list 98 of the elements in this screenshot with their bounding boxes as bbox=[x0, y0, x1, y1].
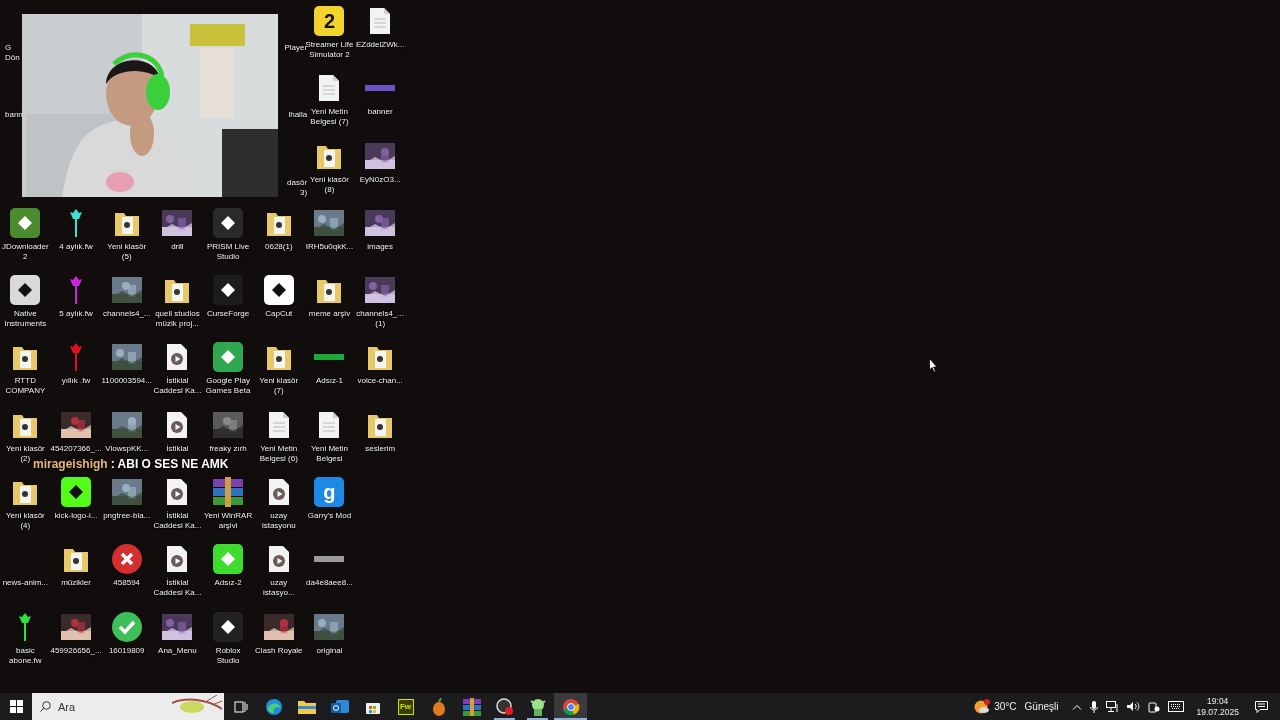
icon-label[interactable]: kick-logo-i... bbox=[54, 511, 98, 522]
icon-label[interactable]: G Dön bbox=[5, 43, 20, 63]
icon-label[interactable]: Yeni klasör (7) bbox=[259, 376, 299, 397]
taskbar-button[interactable]: Fw bbox=[389, 693, 422, 720]
icon-label[interactable]: 5 aylık.fw bbox=[59, 309, 93, 320]
icon-label[interactable]: images bbox=[367, 241, 394, 252]
icon-label[interactable]: JDownloader 2 bbox=[2, 241, 49, 262]
icon-label[interactable]: banner bbox=[367, 107, 393, 118]
icon-label[interactable]: channels4_... bbox=[102, 309, 151, 320]
icon-label[interactable]: İstiklal Caddesi Ka... bbox=[153, 578, 202, 599]
icon-label[interactable]: Roblox Studio bbox=[215, 645, 241, 666]
video-file-icon bbox=[166, 545, 189, 574]
windows-logo-icon bbox=[9, 700, 23, 713]
icon-label[interactable]: Yeni Metin Belgesi (6) bbox=[259, 443, 298, 464]
clock-date: 19.07.2025 bbox=[1196, 706, 1239, 718]
taskbar-button[interactable] bbox=[554, 693, 587, 720]
video-file-icon bbox=[267, 545, 290, 574]
icon-label[interactable]: 4 aylık.fw bbox=[59, 241, 93, 252]
icon-label[interactable]: İstiklal bbox=[166, 443, 189, 454]
icon-label[interactable]: Yeni klasör (8) bbox=[310, 174, 349, 195]
icon-label[interactable]: 454207366_... bbox=[50, 443, 102, 454]
icon-label[interactable]: müzikler bbox=[61, 578, 91, 589]
document-icon bbox=[267, 410, 290, 439]
icon-label[interactable]: lhalla bbox=[288, 110, 308, 121]
icon-label[interactable]: drill bbox=[171, 241, 184, 252]
temperature: 30°C bbox=[994, 701, 1017, 712]
icon-label[interactable]: Native Instruments bbox=[4, 309, 47, 330]
icon-label[interactable]: 16019809 bbox=[108, 645, 145, 656]
icon-label[interactable]: da4e8aee8... bbox=[306, 578, 353, 589]
clock[interactable]: 19:04 19.07.2025 bbox=[1190, 695, 1245, 718]
icon-label[interactable]: 458594 bbox=[113, 578, 141, 589]
video-file-icon bbox=[166, 410, 189, 439]
cursor-icon bbox=[929, 358, 938, 373]
icon-label[interactable]: İstiklal Caddesi Ka... bbox=[153, 511, 202, 532]
swirl-icon bbox=[264, 697, 283, 716]
chat-message: : ABI O SES NE AMK bbox=[110, 457, 229, 471]
icon-label[interactable]: Adsız-2 bbox=[214, 578, 242, 589]
folder-icon bbox=[297, 699, 316, 714]
video-file-icon bbox=[166, 343, 189, 372]
icon-label[interactable]: CapCut bbox=[265, 309, 293, 320]
clock-time: 19:04 bbox=[1207, 695, 1229, 707]
fruit-icon bbox=[431, 697, 446, 716]
icon-label[interactable]: 459926656_... bbox=[50, 645, 102, 656]
icon-label[interactable]: RTTD COMPANY bbox=[5, 376, 46, 397]
icon-label[interactable]: Adsız-1 bbox=[315, 376, 344, 387]
app-icon: 2 bbox=[314, 6, 345, 36]
chat-username: mirageishigh bbox=[33, 457, 108, 471]
icon-label[interactable]: Yeni klasör (4) bbox=[5, 511, 45, 532]
icon-label[interactable]: İstiklal Caddesi Ka... bbox=[153, 376, 202, 397]
icon-label[interactable]: pngtree-bla... bbox=[103, 511, 151, 522]
icon-label[interactable]: Clash Royale bbox=[255, 645, 303, 656]
icon-label[interactable]: quell studios müzik proj... bbox=[155, 309, 200, 330]
icon-label[interactable]: yıllık .fw bbox=[61, 376, 91, 387]
icon-label[interactable]: Garry's Mod bbox=[307, 511, 352, 522]
icon-label[interactable]: original bbox=[316, 645, 343, 656]
icon-label[interactable]: Google Play Games Beta bbox=[205, 376, 251, 397]
icon-label[interactable]: seslerim bbox=[365, 443, 396, 454]
document-icon bbox=[318, 74, 341, 103]
search-icon bbox=[40, 701, 51, 712]
icon-label[interactable]: meme arşiv bbox=[308, 309, 351, 320]
icon-label[interactable]: IRH5u0qkK... bbox=[305, 241, 354, 252]
icon-label[interactable]: channels4_... (1) bbox=[356, 309, 404, 330]
icon-label[interactable]: dasör 3) bbox=[287, 177, 308, 198]
icon-label[interactable]: Yeni Metin Belgesi (7) bbox=[310, 107, 349, 128]
search-field[interactable]: Ara bbox=[32, 693, 224, 720]
icon-label[interactable]: news-anim... bbox=[2, 578, 48, 589]
chrome-ball-icon bbox=[561, 697, 580, 716]
icon-label[interactable]: 1100003594... bbox=[101, 376, 152, 387]
video-file-icon bbox=[166, 478, 189, 507]
archive-icon bbox=[213, 477, 244, 508]
archive-icon bbox=[462, 697, 481, 716]
weather-icon bbox=[974, 698, 991, 715]
icon-label[interactable]: uzay istasyo... bbox=[263, 578, 295, 599]
document-icon bbox=[369, 7, 392, 35]
icon-label[interactable]: CurseForge bbox=[206, 309, 250, 320]
icon-label[interactable]: 0628(1) bbox=[265, 241, 293, 252]
icon-label[interactable]: voice-chan... bbox=[357, 376, 403, 387]
icon-label[interactable]: EyN0zO3... bbox=[359, 174, 401, 185]
icon-label[interactable]: EZddelZWk... bbox=[355, 40, 405, 50]
icon-label[interactable]: Ana_Menu bbox=[158, 645, 197, 656]
icon-label[interactable]: bann bbox=[5, 110, 23, 121]
creature-icon bbox=[528, 697, 547, 716]
icon-label[interactable]: Yeni WinRAR arşivi bbox=[204, 511, 253, 532]
icon-label[interactable]: uzay istasyonu bbox=[261, 511, 296, 532]
record-icon bbox=[495, 697, 514, 716]
app-icon: g bbox=[314, 477, 345, 508]
fw-logo: Fw bbox=[397, 698, 414, 715]
task-view-icon bbox=[233, 699, 248, 714]
weather-condition: Güneşli bbox=[1024, 701, 1059, 712]
video-file-icon bbox=[267, 478, 290, 507]
icon-label[interactable]: Yeni klasör (5) bbox=[107, 241, 147, 262]
icon-label[interactable]: PRISM Live Studio bbox=[206, 241, 250, 262]
icon-label[interactable]: freaky zırh bbox=[209, 443, 247, 454]
icon-label[interactable]: basic abone.fw bbox=[9, 645, 42, 666]
icon-label[interactable]: Yeni Metin Belgesi bbox=[310, 443, 348, 464]
icon-label[interactable]: VlowspKK... bbox=[105, 443, 149, 454]
mail-icon bbox=[330, 698, 349, 715]
document-icon bbox=[318, 410, 341, 439]
